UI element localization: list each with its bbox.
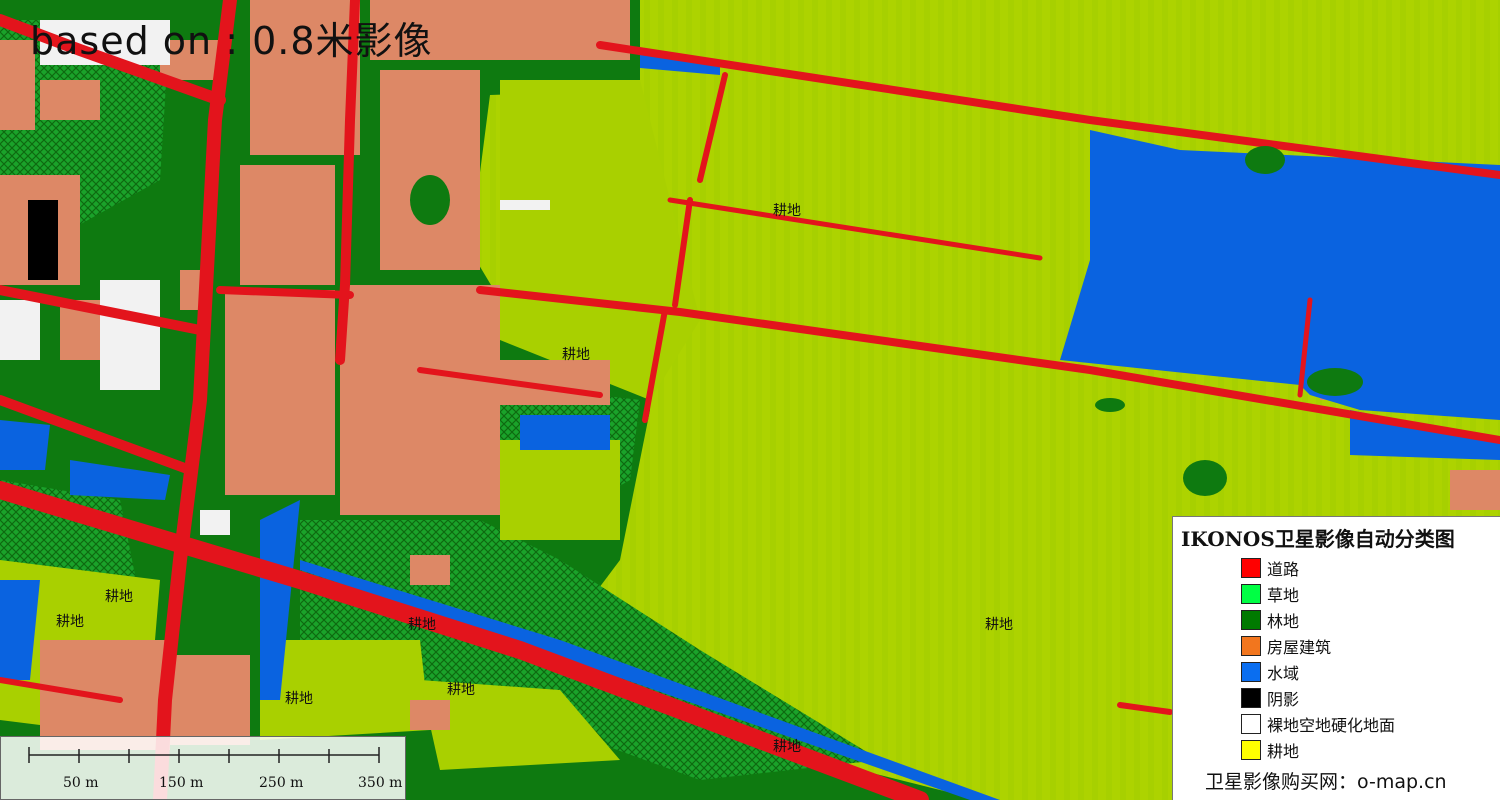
legend-label: 裸地空地硬化地面 — [1267, 716, 1396, 735]
legend-swatch — [1241, 714, 1261, 734]
map-label-farmland: 耕地 — [773, 203, 801, 219]
scale-label: 350 m — [358, 775, 403, 791]
legend-label: 房屋建筑 — [1267, 638, 1332, 657]
legend-item-bare-land: 裸地空地硬化地面 — [1241, 711, 1395, 737]
legend-swatch — [1241, 636, 1261, 656]
legend: IKONOS卫星影像自动分类图 道路 草地 林地 房屋建筑 水域 阴影 裸地空地… — [1172, 516, 1500, 800]
map-label-farmland: 耕地 — [285, 691, 313, 707]
legend-item-farmland: 耕地 — [1241, 737, 1395, 763]
legend-item-forest: 林地 — [1241, 607, 1395, 633]
legend-swatch — [1241, 662, 1261, 682]
legend-label: 草地 — [1267, 586, 1300, 605]
map-label-farmland: 耕地 — [105, 589, 133, 605]
legend-item-road: 道路 — [1241, 555, 1395, 581]
map-label-farmland: 耕地 — [985, 617, 1013, 633]
scale-label: 150 m — [159, 775, 204, 791]
scale-bar-ruler — [28, 747, 380, 763]
legend-swatch — [1241, 610, 1261, 630]
map-label-farmland: 耕地 — [562, 347, 590, 363]
map-label-farmland: 耕地 — [56, 614, 84, 630]
legend-item-water: 水域 — [1241, 659, 1395, 685]
legend-label: 水域 — [1267, 664, 1300, 683]
shadow-1 — [28, 200, 58, 280]
map-title-overlay: based on : 0.8米影像 — [30, 19, 433, 63]
legend-footer: 卫星影像购买网：o-map.cn — [1205, 771, 1447, 793]
legend-item-shadow: 阴影 — [1241, 685, 1395, 711]
legend-swatch — [1241, 584, 1261, 604]
legend-label: 阴影 — [1267, 690, 1300, 709]
legend-label: 林地 — [1267, 612, 1300, 631]
legend-item-grassland: 草地 — [1241, 581, 1395, 607]
legend-label: 道路 — [1267, 560, 1300, 579]
map-label-farmland: 耕地 — [773, 739, 801, 755]
legend-label: 耕地 — [1267, 742, 1300, 761]
legend-item-building: 房屋建筑 — [1241, 633, 1395, 659]
map-label-farmland: 耕地 — [447, 682, 475, 698]
map-label-farmland: 耕地 — [408, 617, 436, 633]
farmland-patch-4 — [500, 440, 620, 540]
scale-label: 250 m — [259, 775, 304, 791]
legend-title: IKONOS卫星影像自动分类图 — [1181, 527, 1455, 551]
scale-bar: 50 m 150 m 250 m 350 m — [0, 736, 406, 800]
scale-label: 50 m — [63, 775, 99, 791]
legend-swatch — [1241, 740, 1261, 760]
legend-swatch — [1241, 688, 1261, 708]
legend-items: 道路 草地 林地 房屋建筑 水域 阴影 裸地空地硬化地面 耕地 — [1241, 555, 1395, 763]
legend-swatch — [1241, 558, 1261, 578]
